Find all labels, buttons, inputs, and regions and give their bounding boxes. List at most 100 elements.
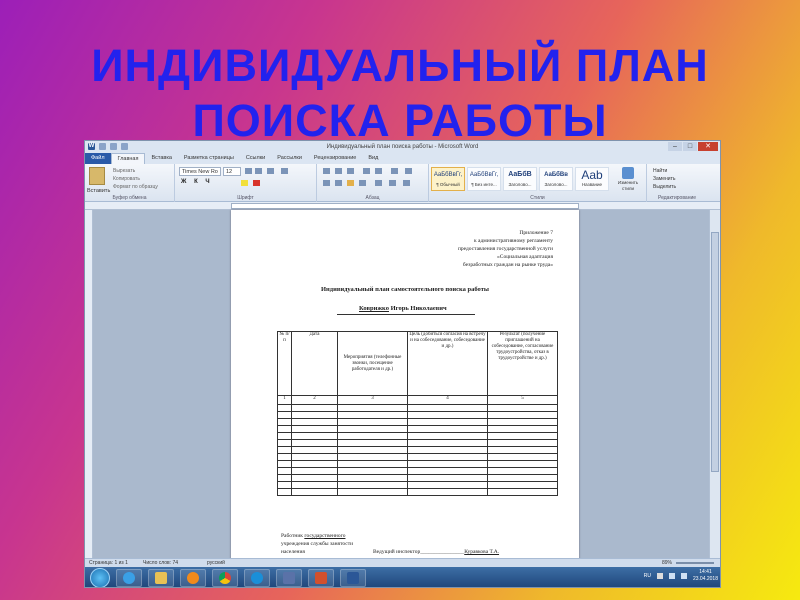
taskbar-save[interactable]: [276, 569, 302, 587]
font-color-icon[interactable]: [253, 180, 260, 186]
taskbar-skype[interactable]: [244, 569, 270, 587]
taskbar-media[interactable]: [180, 569, 206, 587]
zoom-slider[interactable]: [676, 562, 714, 564]
justify-icon[interactable]: [359, 180, 366, 186]
close-button[interactable]: ✕: [698, 142, 718, 151]
table-row[interactable]: [277, 488, 558, 496]
tab-references[interactable]: Ссылки: [240, 153, 271, 164]
volume-icon[interactable]: [680, 573, 687, 579]
paste-button[interactable]: Вставить: [87, 188, 110, 194]
style-name: Заголово...: [508, 182, 532, 187]
tab-home[interactable]: Главная: [110, 153, 146, 164]
appendix-line: предоставления государственной услуги: [457, 246, 553, 252]
find-button[interactable]: Найти: [653, 167, 676, 175]
skype-icon: [251, 572, 263, 584]
style-heading-2[interactable]: АаБбВв Заголово...: [539, 167, 573, 191]
change-styles-label: Изменить стили: [617, 180, 639, 191]
pilcrow-icon[interactable]: [405, 168, 412, 174]
flag-icon[interactable]: [656, 573, 663, 579]
clear-format-icon[interactable]: [281, 168, 288, 174]
line-spacing-icon[interactable]: [375, 180, 382, 186]
footer-line2: учреждения службы занятости: [281, 541, 354, 547]
table-row[interactable]: [277, 460, 558, 468]
copy-button[interactable]: Копировать: [113, 175, 158, 183]
table-row[interactable]: [277, 439, 558, 447]
align-center-icon[interactable]: [335, 180, 342, 186]
tab-review[interactable]: Рецензирование: [308, 153, 362, 164]
person-name: Коврижко Игорь Николаевич: [359, 305, 447, 312]
tab-view[interactable]: Вид: [362, 153, 384, 164]
taskbar-explorer[interactable]: [148, 569, 174, 587]
horizontal-ruler[interactable]: [85, 202, 720, 210]
media-player-icon: [187, 572, 199, 584]
table-row[interactable]: [277, 418, 558, 426]
table-row[interactable]: [277, 446, 558, 454]
align-right-icon[interactable]: [347, 180, 354, 186]
table-row[interactable]: [277, 481, 558, 489]
change-styles-button[interactable]: Изменить стили: [613, 167, 643, 192]
tray-language[interactable]: RU: [644, 573, 651, 579]
numbering-icon[interactable]: [335, 168, 342, 174]
bold-italic-underline-buttons[interactable]: Ж К Ч: [181, 179, 213, 185]
shrink-font-icon[interactable]: [255, 168, 262, 174]
scrollbar-thumb[interactable]: [711, 232, 719, 472]
taskbar-powerpoint[interactable]: [308, 569, 334, 587]
bullets-icon[interactable]: [323, 168, 330, 174]
increase-indent-icon[interactable]: [375, 168, 382, 174]
grow-font-icon[interactable]: [245, 168, 252, 174]
paragraph-group-label: Абзац: [365, 195, 380, 201]
start-button[interactable]: [90, 568, 110, 587]
system-tray: RU 14:41 23.04.2018: [644, 569, 718, 583]
style-no-spacing[interactable]: АаБбВвГг, ¶ Без инте...: [467, 167, 501, 191]
taskbar-word[interactable]: [340, 569, 366, 587]
shading-icon[interactable]: [389, 180, 396, 186]
decrease-indent-icon[interactable]: [363, 168, 370, 174]
tab-file[interactable]: Файл: [85, 153, 111, 164]
tab-mailings[interactable]: Рассылки: [271, 153, 308, 164]
number-cell: 5: [487, 395, 558, 405]
replace-button[interactable]: Заменить: [653, 175, 676, 183]
table-row[interactable]: [277, 474, 558, 482]
minimize-button[interactable]: –: [668, 142, 682, 151]
document-page[interactable]: Приложение 7 к административному регламе…: [231, 210, 579, 570]
change-case-icon[interactable]: [267, 168, 274, 174]
editing-group: Найти Заменить Выделить Редактирование: [647, 164, 707, 202]
taskbar-chrome[interactable]: [212, 569, 238, 587]
inspector-prefix: Ведущий инспектор________________: [373, 549, 465, 555]
sort-icon[interactable]: [391, 168, 398, 174]
style-heading-1[interactable]: АаБбВ Заголово...: [503, 167, 537, 191]
vertical-ruler[interactable]: [85, 210, 93, 558]
styles-group-label: Стили: [530, 195, 545, 201]
network-icon[interactable]: [668, 573, 675, 579]
table-row[interactable]: [277, 411, 558, 419]
editing-group-label: Редактирование: [657, 195, 697, 201]
slide-title-line1: ИНДИВИДУАЛЬНЫЙ ПЛАН: [91, 40, 709, 91]
align-left-icon[interactable]: [323, 180, 330, 186]
table-row[interactable]: [277, 453, 558, 461]
select-button[interactable]: Выделить: [653, 183, 676, 191]
font-size-box[interactable]: 12: [223, 167, 241, 176]
maximize-button[interactable]: □: [683, 142, 697, 151]
document-area[interactable]: Приложение 7 к административному регламе…: [85, 210, 710, 570]
style-title[interactable]: Aab Название: [575, 167, 609, 191]
format-painter-button[interactable]: Формат по образцу: [113, 183, 158, 191]
taskbar-ie[interactable]: [116, 569, 142, 587]
table-row[interactable]: [277, 467, 558, 475]
table-row[interactable]: [277, 425, 558, 433]
appendix-line: безработных граждан на рынке труда»: [462, 262, 553, 268]
font-name-box[interactable]: Times New Ro: [179, 167, 221, 176]
borders-icon[interactable]: [403, 180, 410, 186]
table-row[interactable]: [277, 404, 558, 412]
tab-insert[interactable]: Вставка: [145, 153, 177, 164]
clock[interactable]: 14:41 23.04.2018: [693, 569, 718, 583]
paste-icon[interactable]: [89, 167, 105, 185]
style-normal[interactable]: АаБбВвГг, ¶ Обычный: [431, 167, 465, 191]
powerpoint-icon: [315, 572, 327, 584]
floppy-icon: [283, 572, 295, 584]
cut-button[interactable]: Вырезать: [113, 167, 158, 175]
table-row[interactable]: [277, 432, 558, 440]
highlight-icon[interactable]: [241, 180, 248, 186]
tab-page-layout[interactable]: Разметка страницы: [178, 153, 240, 164]
multilevel-list-icon[interactable]: [347, 168, 354, 174]
vertical-scrollbar[interactable]: [709, 210, 720, 558]
